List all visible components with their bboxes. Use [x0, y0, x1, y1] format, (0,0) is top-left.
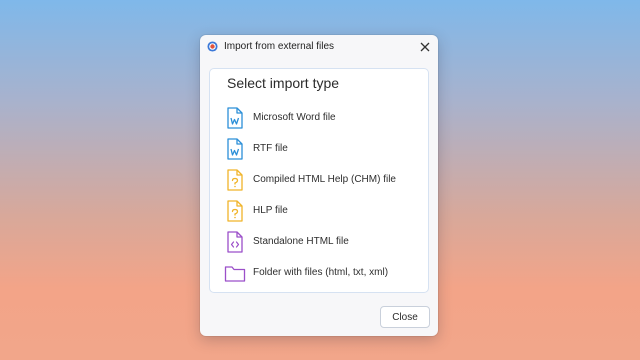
rtf-file-icon — [227, 138, 243, 160]
import-option-chm[interactable]: Compiled HTML Help (CHM) file — [224, 168, 420, 192]
import-option-folder[interactable]: Folder with files (html, txt, xml) — [224, 261, 420, 285]
chm-file-icon — [227, 169, 243, 191]
close-icon[interactable] — [416, 38, 434, 56]
import-type-panel: Select import type Microsoft Word file R… — [209, 68, 429, 293]
close-button[interactable]: Close — [380, 306, 430, 328]
import-option-label: Standalone HTML file — [253, 236, 349, 247]
app-icon — [207, 41, 218, 52]
import-option-label: Microsoft Word file — [253, 112, 336, 123]
html-file-icon — [227, 231, 243, 253]
import-option-word[interactable]: Microsoft Word file — [224, 106, 420, 130]
import-dialog: Import from external files Select import… — [200, 35, 438, 336]
word-file-icon — [227, 107, 243, 129]
import-option-label: RTF file — [253, 143, 288, 154]
import-option-hlp[interactable]: HLP file — [224, 199, 420, 223]
panel-heading: Select import type — [227, 75, 340, 91]
hlp-file-icon — [227, 200, 243, 222]
import-option-label: Compiled HTML Help (CHM) file — [253, 174, 396, 185]
folder-icon — [224, 266, 246, 282]
import-option-rtf[interactable]: RTF file — [224, 137, 420, 161]
import-option-html[interactable]: Standalone HTML file — [224, 230, 420, 254]
import-option-label: Folder with files (html, txt, xml) — [253, 267, 389, 278]
import-option-label: HLP file — [253, 205, 288, 216]
dialog-title: Import from external files — [224, 41, 335, 52]
title-bar: Import from external files — [200, 35, 438, 59]
